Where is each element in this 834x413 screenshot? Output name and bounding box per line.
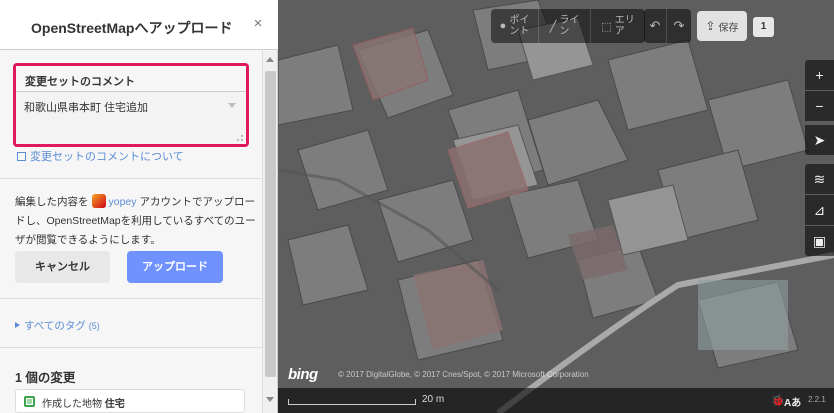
cancel-button[interactable]: キャンセル bbox=[15, 251, 110, 283]
add-point-label: ポイ ント bbox=[509, 15, 530, 37]
resize-grip-icon[interactable] bbox=[237, 135, 243, 141]
external-link-icon bbox=[17, 152, 26, 161]
all-tags-toggle[interactable]: すべてのタグ (5) bbox=[15, 318, 100, 333]
chevron-down-icon[interactable] bbox=[228, 103, 236, 108]
scroll-up-icon[interactable] bbox=[266, 57, 274, 62]
line-icon: ╱ bbox=[549, 20, 557, 33]
upload-button[interactable]: アップロード bbox=[127, 251, 223, 283]
version-label[interactable]: 2.2.1 bbox=[808, 395, 826, 404]
change-list-item[interactable]: 作成した地物 住宅 bbox=[15, 389, 245, 413]
map-data-icon[interactable]: ⊿ bbox=[805, 195, 834, 225]
comment-input[interactable] bbox=[16, 92, 246, 144]
undo-icon[interactable]: ↶ bbox=[644, 9, 667, 43]
bing-logo: bing bbox=[288, 366, 318, 383]
add-line-button[interactable]: ╱ ライ ン bbox=[539, 9, 591, 43]
scale-label: 20 m bbox=[422, 394, 445, 405]
close-icon[interactable]: × bbox=[248, 14, 268, 34]
sidebar-content: 変更セットのコメント 変更セットのコメントについて 編集した内容を yopey ア… bbox=[0, 51, 262, 413]
divider bbox=[0, 178, 262, 179]
disclosure-triangle-icon bbox=[15, 322, 20, 328]
page-title: OpenStreetMapへアップロード bbox=[31, 20, 233, 36]
all-tags-count: (5) bbox=[88, 321, 100, 331]
upload-desc-text-1: 編集した内容を bbox=[15, 196, 89, 208]
upload-description: 編集した内容を yopey アカウントでアップロードし、OpenStreetMap… bbox=[15, 193, 257, 250]
save-button[interactable]: ⇪ 保存 bbox=[697, 11, 747, 41]
avatar bbox=[91, 194, 106, 208]
save-label: 保存 bbox=[718, 22, 739, 34]
issues-icon[interactable]: ▣ bbox=[805, 226, 834, 256]
bug-report-icon[interactable]: 🐞 bbox=[771, 394, 785, 407]
comment-help-link[interactable]: 変更セットのコメントについて bbox=[17, 148, 184, 164]
username-link[interactable]: yopey bbox=[109, 196, 137, 208]
all-tags-label: すべてのタグ bbox=[24, 320, 86, 332]
change-feature-name: 住宅 bbox=[104, 399, 125, 410]
change-action: 作成した地物 bbox=[42, 399, 102, 410]
add-point-button[interactable]: ● ポイ ント bbox=[491, 9, 539, 43]
comment-help-link-label: 変更セットのコメントについて bbox=[30, 151, 184, 163]
divider bbox=[0, 298, 262, 299]
area-icon: ⬚ bbox=[601, 20, 612, 33]
changes-heading: 1 個の変更 bbox=[15, 371, 76, 385]
map-canvas[interactable]: ● ポイ ント ╱ ライ ン ⬚ エリ ア ↶ ↷ ⇪ 保存 1 + − ➤ ≋ ⊿ ▣… bbox=[278, 0, 834, 413]
layers-icon[interactable]: ≋ bbox=[805, 164, 834, 194]
point-icon: ● bbox=[499, 20, 507, 32]
imagery-attribution[interactable]: © 2017 DigitalGlobe, © 2017 Cnes/Spot, ©… bbox=[338, 370, 589, 379]
add-area-button[interactable]: ⬚ エリ ア bbox=[591, 9, 645, 43]
redo-icon[interactable]: ↷ bbox=[667, 9, 691, 43]
geolocate-icon[interactable]: ➤ bbox=[805, 125, 834, 155]
add-area-label: エリ ア bbox=[614, 15, 635, 37]
scrollbar-thumb[interactable] bbox=[265, 71, 276, 377]
upload-icon: ⇪ bbox=[705, 19, 716, 33]
aerial-imagery bbox=[278, 0, 834, 413]
undo-redo-toolbar: ↶ ↷ bbox=[644, 9, 691, 43]
app-window: OpenStreetMapへアップロード × 変更セットのコメント 変更セットの… bbox=[0, 0, 834, 413]
add-line-label: ライ ン bbox=[559, 15, 580, 37]
sidebar: OpenStreetMapへアップロード × 変更セットのコメント 変更セットの… bbox=[0, 0, 278, 413]
zoom-in-icon[interactable]: + bbox=[805, 60, 834, 90]
comment-field: 変更セットのコメント bbox=[13, 63, 249, 147]
scroll-down-icon[interactable] bbox=[266, 397, 274, 402]
comment-label: 変更セットのコメント bbox=[16, 66, 246, 92]
created-feature-icon bbox=[24, 396, 35, 407]
sidebar-header: OpenStreetMapへアップロード × bbox=[0, 0, 278, 50]
divider bbox=[0, 347, 262, 348]
scale-bar[interactable] bbox=[288, 399, 416, 405]
language-icon[interactable]: Aあ bbox=[784, 394, 801, 409]
add-feature-toolbar: ● ポイ ント ╱ ライ ン ⬚ エリ ア bbox=[491, 9, 645, 43]
edit-count-badge: 1 bbox=[753, 17, 774, 37]
zoom-out-icon[interactable]: − bbox=[805, 91, 834, 121]
sidebar-scrollbar[interactable] bbox=[262, 51, 277, 413]
